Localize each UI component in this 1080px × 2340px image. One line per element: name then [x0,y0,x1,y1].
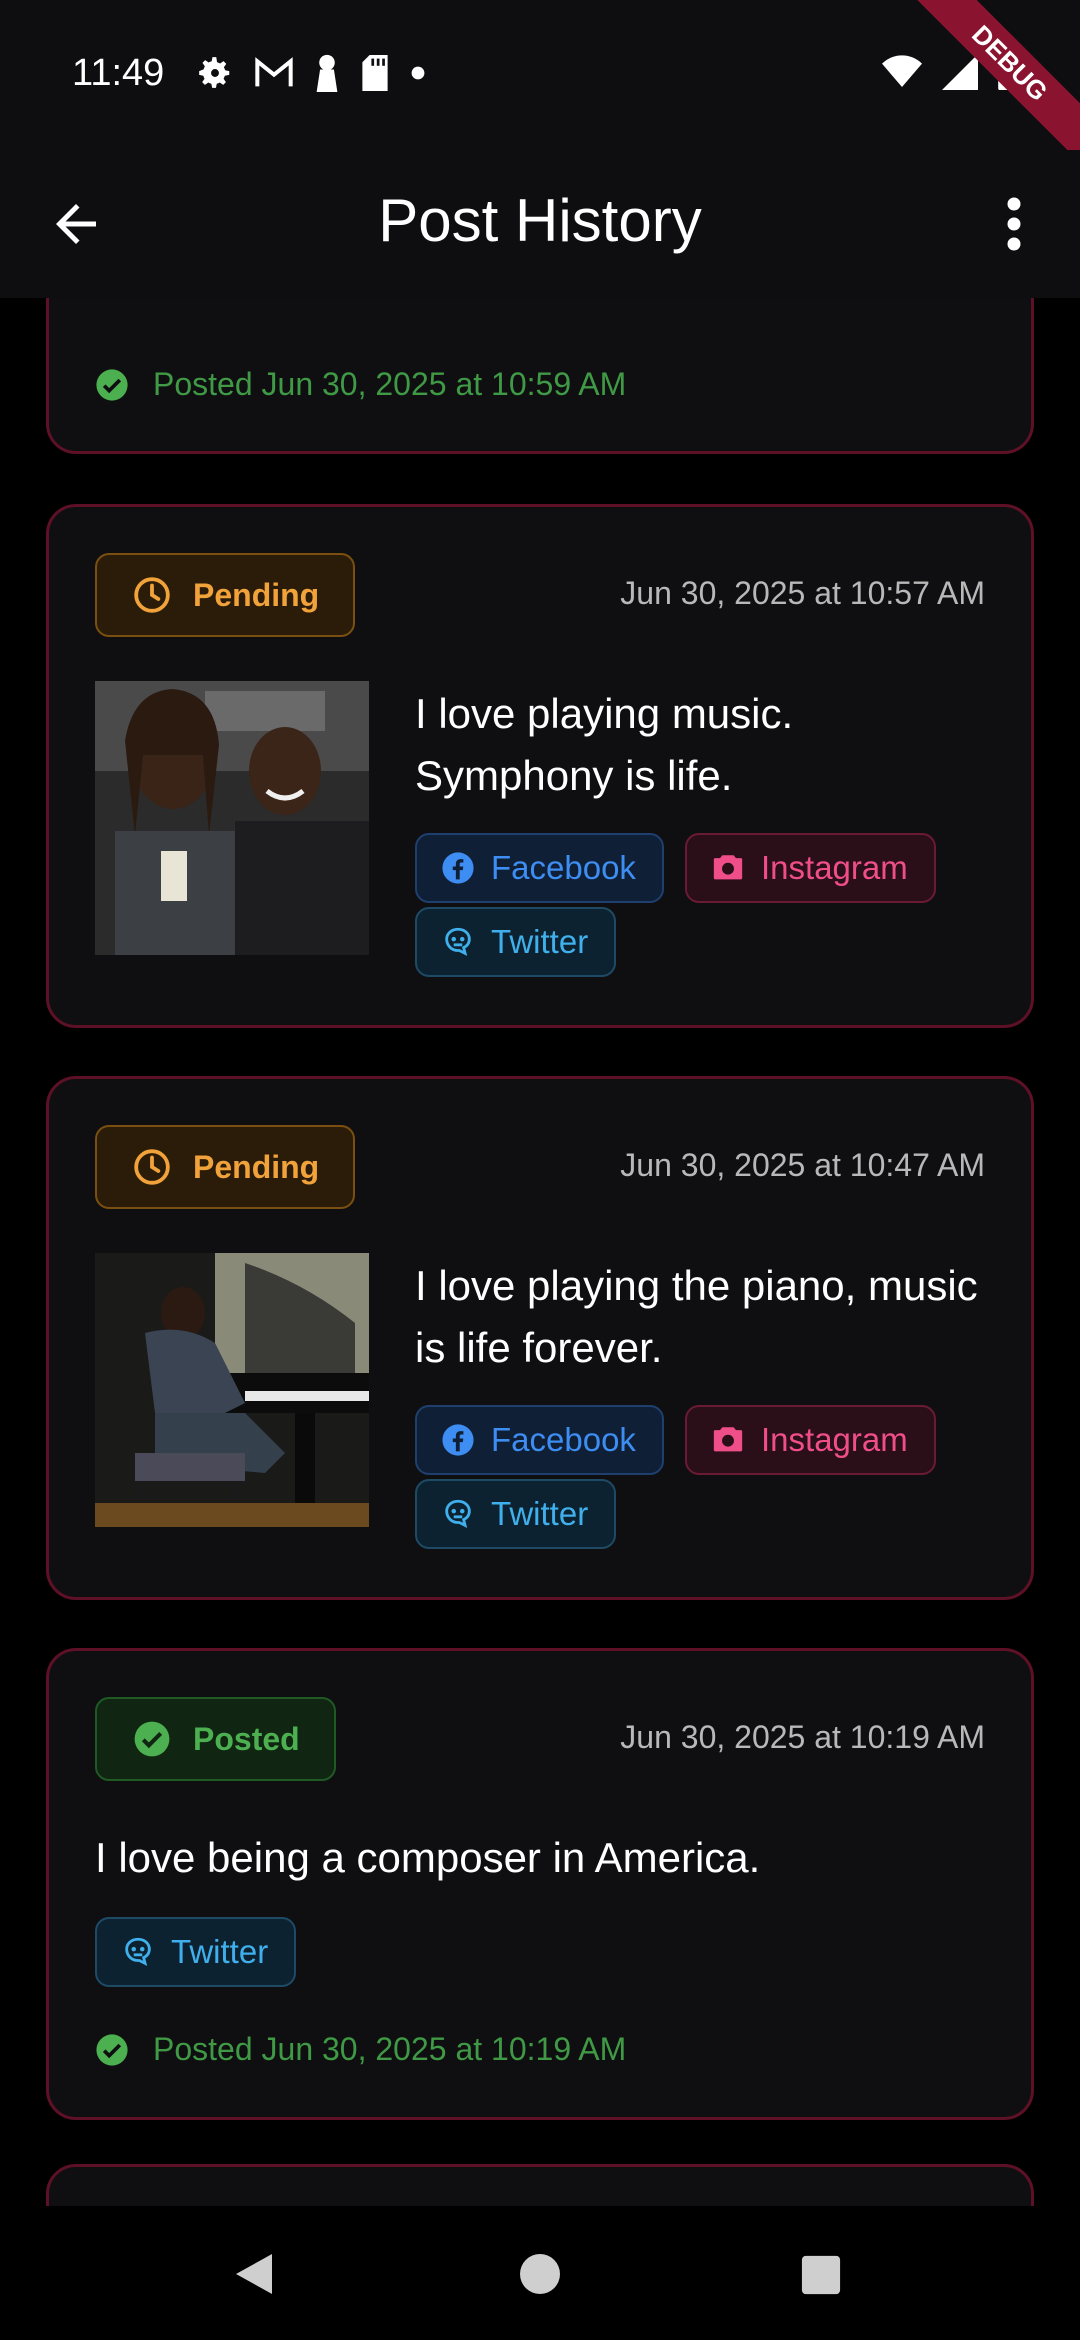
post-date: Jun 30, 2025 at 10:19 AM [620,1719,985,1755]
status-badge-label: Pending [193,576,320,613]
clock-icon [134,577,170,613]
platform-chip-label: Instagram [761,1421,908,1458]
facebook-icon [442,852,474,884]
wifi-icon [882,55,922,87]
platform-chip-instagram[interactable]: Instagram [685,1405,936,1475]
status-bar: 11:49 DEBUG [0,0,1080,170]
more-vert-icon[interactable] [994,194,1034,254]
post-history-list[interactable]: Posted Jun 30, 2025 at 10:59 AM Pending … [0,298,1080,2206]
twitter-bird-icon [445,1499,471,1528]
post-thumbnail[interactable] [95,681,369,955]
gear-icon [199,57,230,88]
status-badge: Posted [95,1697,336,1781]
clock-icon [134,1149,170,1185]
check-circle-icon [96,2033,128,2066]
platform-chip-label: Facebook [491,1421,636,1458]
camera-icon [713,1427,743,1452]
posted-status-line: Posted Jun 30, 2025 at 10:59 AM [95,366,626,403]
post-thumbnail[interactable] [95,1253,369,1527]
facebook-icon [442,1424,474,1456]
status-icons-left [196,54,426,92]
system-nav-bar [0,2206,1080,2340]
status-badge-label: Pending [193,1148,320,1185]
status-badge-label: Posted [193,1720,300,1757]
post-date: Jun 30, 2025 at 10:57 AM [620,575,985,611]
platform-chip-instagram[interactable]: Instagram [685,833,936,903]
page-title: Post History [378,187,702,254]
platform-chip-label: Twitter [491,1495,589,1532]
posted-status-line: Posted Jun 30, 2025 at 10:19 AM [95,2031,626,2068]
platform-chip-twitter[interactable]: Twitter [415,1479,617,1549]
check-circle-icon [96,368,128,401]
post-card[interactable]: Posted Jun 30, 2025 at 10:19 AM I love b… [46,1648,1034,2120]
post-card[interactable]: Posted Jun 30, 2025 at 10:59 AM [46,298,1034,454]
post-card[interactable] [46,2164,1034,2206]
twitter-bird-icon [445,927,471,956]
platform-chip-twitter[interactable]: Twitter [415,907,617,977]
keyhole-icon [316,54,338,92]
platform-chip-label: Facebook [491,849,636,886]
platform-chip-facebook[interactable]: Facebook [415,1405,664,1475]
status-badge: Pending [95,553,356,637]
gmail-icon [255,57,293,87]
post-text: I love being a composer in America. [95,1834,761,1881]
status-time: 11:49 [72,52,165,94]
post-card[interactable]: Pending Jun 30, 2025 at 10:57 AM I love … [46,504,1034,1028]
posted-status-text: Posted Jun 30, 2025 at 10:19 AM [153,2031,627,2067]
signal-icon [942,54,978,90]
twitter-bird-icon [125,1937,151,1966]
nav-home-icon[interactable] [518,2252,562,2296]
posted-status-text: Posted Jun 30, 2025 at 10:59 AM [153,366,627,402]
platform-chip-label: Twitter [171,1933,269,1970]
app-bar: Post History [0,150,1080,298]
check-circle-icon [134,1721,170,1757]
post-text: I love playing the piano, music is life … [415,1262,978,1371]
post-date: Jun 30, 2025 at 10:47 AM [620,1147,985,1183]
camera-icon [713,855,743,880]
nav-recents-icon[interactable] [800,2254,842,2296]
platform-chip-facebook[interactable]: Facebook [415,833,664,903]
status-badge: Pending [95,1125,356,1209]
post-card[interactable]: Pending Jun 30, 2025 at 10:47 AM I love … [46,1076,1034,1600]
sd-card-icon [362,55,388,91]
platform-chip-twitter[interactable]: Twitter [95,1917,297,1987]
platform-chip-label: Instagram [761,849,908,886]
platform-chip-label: Twitter [491,923,589,960]
post-text: I love playing music. Symphony is life. [415,690,794,799]
nav-back-icon[interactable] [232,2250,276,2298]
dot-icon [411,66,425,80]
